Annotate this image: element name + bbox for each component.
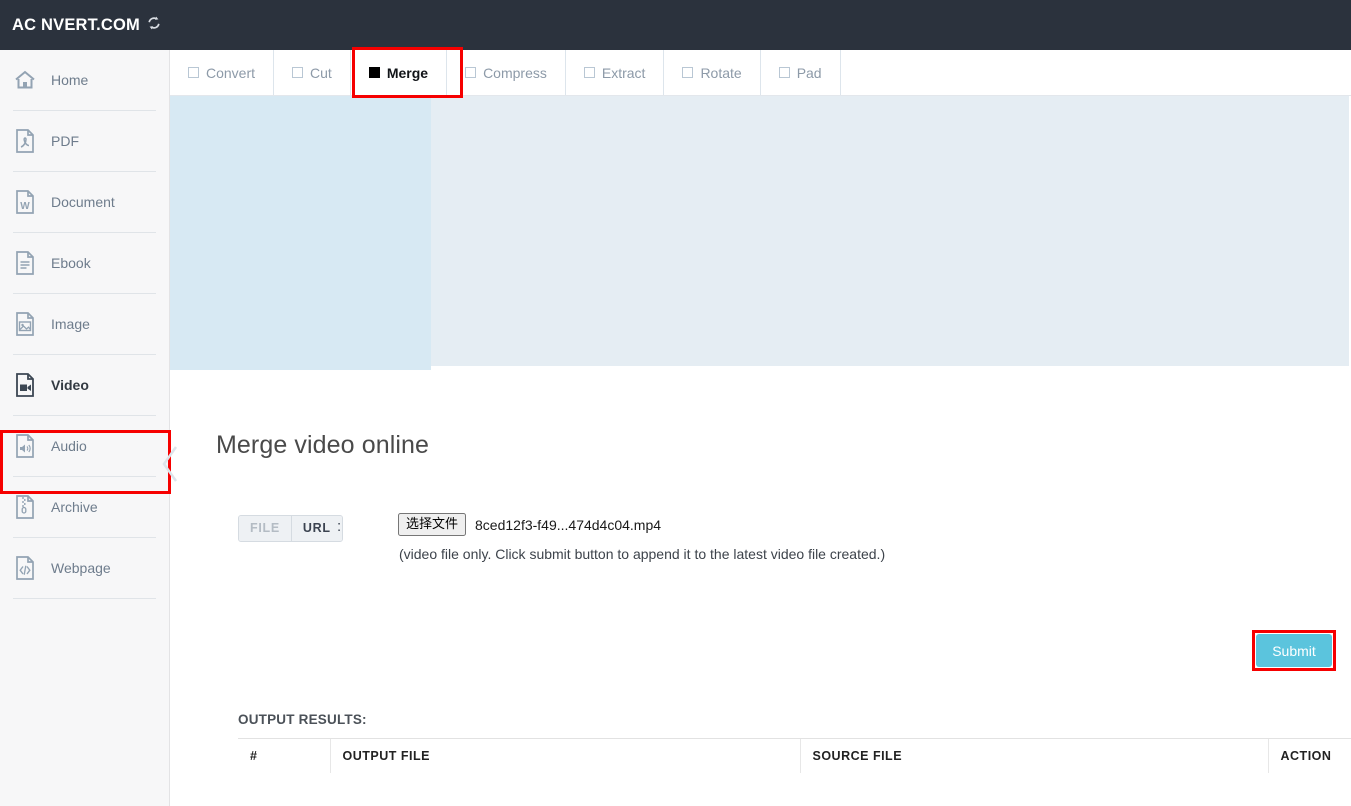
tab-label: Pad [797, 65, 822, 81]
column-header-index: # [238, 739, 330, 774]
tab-label: Convert [206, 65, 255, 81]
tab-label: Merge [387, 65, 428, 81]
checkbox-unchecked-icon [188, 67, 199, 78]
sidebar-item-webpage[interactable]: Webpage [13, 538, 156, 599]
video-file-icon [13, 372, 37, 398]
tab-cut[interactable]: Cut [274, 50, 351, 95]
source-type-toggle[interactable]: FILE URL [238, 515, 343, 542]
sidebar-item-pdf[interactable]: PDF [13, 111, 156, 172]
webpage-code-file-icon [13, 555, 37, 581]
pdf-file-icon [13, 128, 37, 154]
word-document-icon: W [13, 189, 37, 215]
tab-label: Rotate [700, 65, 741, 81]
form-colon-separator: : [337, 518, 341, 535]
column-header-action: ACTION [1268, 739, 1351, 774]
output-results-label: OUTPUT RESULTS: [238, 712, 367, 727]
sidebar-item-label: Ebook [51, 255, 91, 271]
sidebar-item-image[interactable]: Image [13, 294, 156, 355]
sidebar-collapse-chevron-left-icon[interactable] [160, 443, 180, 485]
sidebar-item-archive[interactable]: Archive [13, 477, 156, 538]
tab-label: Compress [483, 65, 547, 81]
tab-compress[interactable]: Compress [447, 50, 566, 95]
home-icon [13, 67, 37, 93]
tab-pad[interactable]: Pad [761, 50, 841, 95]
tab-rotate[interactable]: Rotate [664, 50, 760, 95]
banner-pane-left [170, 96, 431, 370]
sidebar-item-label: Video [51, 377, 89, 393]
checkbox-unchecked-icon [682, 67, 693, 78]
file-input[interactable]: 选择文件 8ced12f3-f49...474d4c04.mp4 [398, 513, 661, 536]
checkbox-unchecked-icon [584, 67, 595, 78]
choose-file-button[interactable]: 选择文件 [398, 513, 466, 536]
banner-pane-right [431, 96, 1349, 366]
source-type-url-button[interactable]: URL [291, 516, 342, 541]
sidebar-item-label: PDF [51, 133, 79, 149]
file-hint-text: (video file only. Click submit button to… [399, 546, 885, 562]
sidebar-item-label: Audio [51, 438, 87, 454]
sidebar-item-label: Webpage [51, 560, 111, 576]
column-header-source-file: SOURCE FILE [800, 739, 1268, 774]
checkbox-checked-icon [369, 67, 380, 78]
page-title: Merge video online [216, 431, 429, 460]
sidebar-item-label: Image [51, 316, 90, 332]
main-content: Merge video online FILE URL : 选择文件 8ced1… [170, 370, 1351, 806]
sidebar-item-label: Home [51, 72, 88, 88]
top-bar: AC NVERT.COM [0, 0, 1351, 50]
tool-tabs: Convert Cut Merge Compress Extract Rotat… [170, 50, 1351, 96]
output-results-table: # OUTPUT FILE SOURCE FILE ACTION [238, 738, 1351, 773]
column-header-output-file: OUTPUT FILE [330, 739, 800, 774]
logo-text: AC NVERT.COM [12, 16, 140, 35]
tab-label: Extract [602, 65, 646, 81]
selected-file-name: 8ced12f3-f49...474d4c04.mp4 [466, 517, 661, 533]
sidebar-item-video[interactable]: Video [13, 355, 156, 416]
site-logo[interactable]: AC NVERT.COM [0, 15, 162, 36]
audio-file-icon [13, 433, 37, 459]
tab-extract[interactable]: Extract [566, 50, 665, 95]
tab-convert[interactable]: Convert [170, 50, 274, 95]
sidebar-item-label: Archive [51, 499, 98, 515]
submit-button[interactable]: Submit [1256, 634, 1332, 667]
archive-file-icon [13, 494, 37, 520]
tab-merge[interactable]: Merge [351, 50, 447, 95]
sidebar: Home PDF W Document Ebook Image Video [0, 50, 170, 806]
sidebar-item-audio[interactable]: Audio [13, 416, 156, 477]
sidebar-item-home[interactable]: Home [13, 50, 156, 111]
sidebar-item-label: Document [51, 194, 115, 210]
checkbox-unchecked-icon [779, 67, 790, 78]
refresh-circular-arrows-icon [146, 15, 162, 36]
table-header-row: # OUTPUT FILE SOURCE FILE ACTION [238, 739, 1351, 774]
sidebar-item-ebook[interactable]: Ebook [13, 233, 156, 294]
sidebar-item-document[interactable]: W Document [13, 172, 156, 233]
tab-label: Cut [310, 65, 332, 81]
image-file-icon [13, 311, 37, 337]
ebook-file-icon [13, 250, 37, 276]
svg-text:W: W [20, 201, 30, 212]
source-type-file-button[interactable]: FILE [239, 516, 291, 541]
advertisement-banner[interactable] [170, 96, 1351, 370]
checkbox-unchecked-icon [465, 67, 476, 78]
checkbox-unchecked-icon [292, 67, 303, 78]
